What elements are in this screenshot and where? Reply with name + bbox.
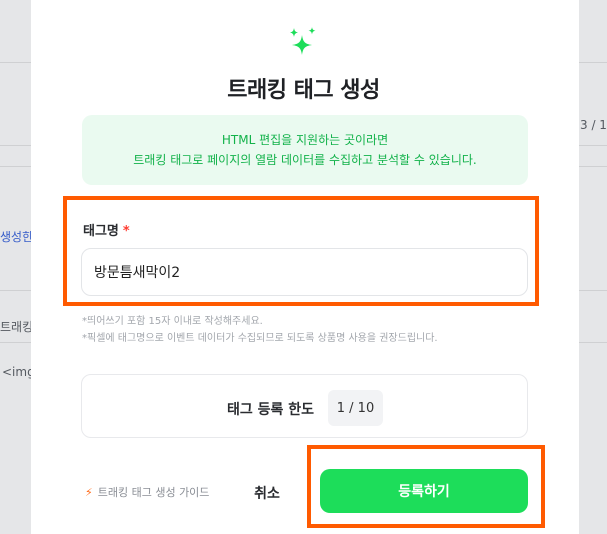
notice-line-2: 트래킹 태그로 페이지의 열람 데이터를 수집하고 분석할 수 있습니다.: [133, 153, 477, 167]
tag-limit-label: 태그 등록 한도: [227, 402, 315, 418]
submit-button[interactable]: 등록하기: [320, 469, 528, 513]
help-text-recommendation: *픽셀에 태그명으로 이벤트 데이터가 수집되므로 되도록 상품명 사용을 권장…: [82, 333, 438, 344]
guide-link-text: 트래킹 태그 생성 가이드: [97, 486, 210, 499]
tag-name-label-text: 태그명: [83, 224, 119, 239]
tag-limit-value: 1 / 10: [328, 390, 383, 426]
notice-line-1: HTML 편집을 지원하는 곳이라면: [221, 133, 389, 147]
tag-name-input[interactable]: [81, 248, 528, 296]
help-text-length: *띄어쓰기 포함 15자 이내로 작성해주세요.: [82, 316, 263, 327]
lightning-icon: ⚡: [85, 486, 93, 499]
info-notice: HTML 편집을 지원하는 곳이라면 트래킹 태그로 페이지의 열람 데이터를 …: [82, 115, 528, 185]
tracking-guide-link[interactable]: ⚡ 트래킹 태그 생성 가이드: [85, 484, 209, 500]
tag-name-label: 태그명 *: [83, 220, 130, 239]
modal-title: 트래킹 태그 생성: [227, 78, 380, 103]
sparkle-icon: [290, 27, 316, 55]
cancel-button[interactable]: 취소: [244, 476, 290, 510]
required-mark: *: [122, 224, 130, 239]
